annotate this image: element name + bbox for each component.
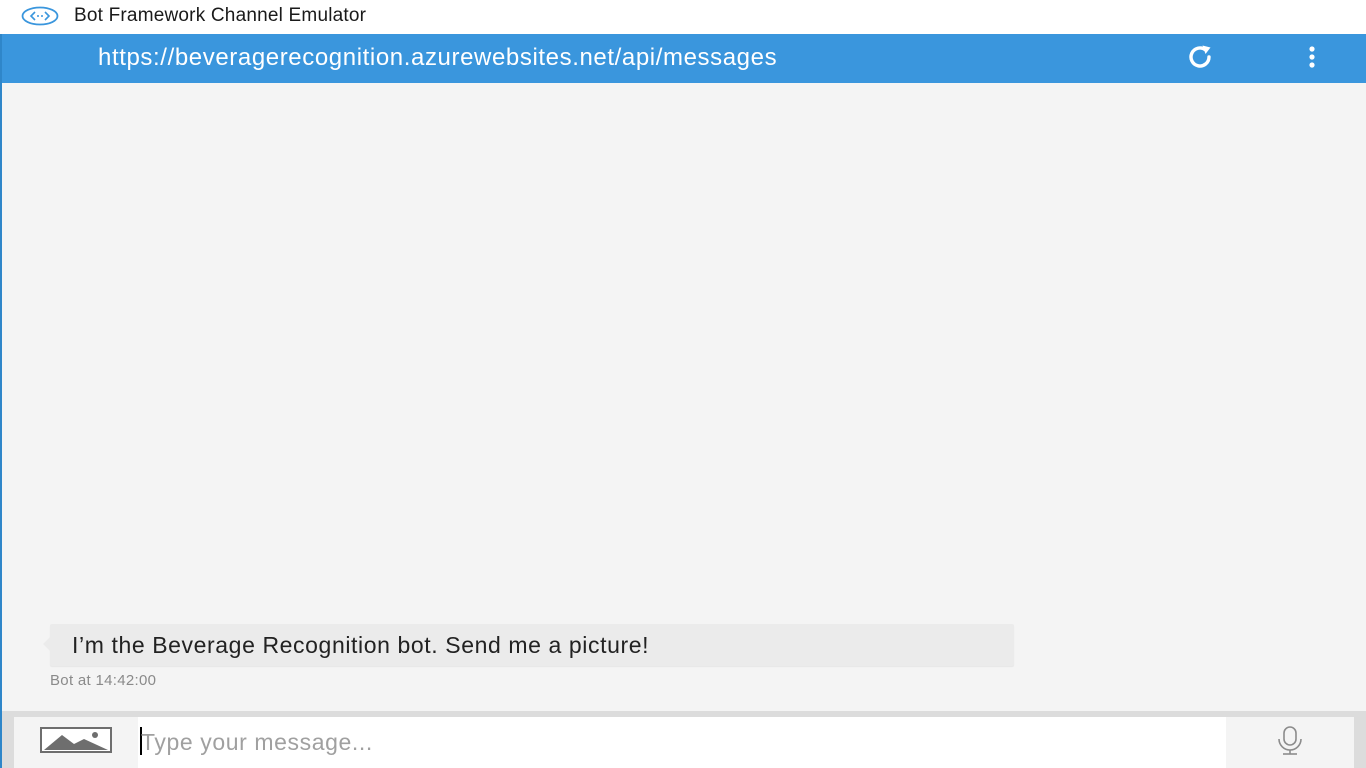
message-composer [2,711,1366,768]
title-bar: Bot Framework Channel Emulator [0,0,1366,34]
microphone-icon [1273,725,1307,760]
address-bar: https://beveragerecognition.azurewebsite… [2,34,1366,83]
refresh-icon [1183,44,1217,75]
bot-message-bubble[interactable]: I’m the Beverage Recognition bot. Send m… [43,624,1014,666]
message-timestamp: Bot at 14:42:00 [50,672,157,689]
refresh-button[interactable] [1180,43,1220,75]
message-input[interactable] [141,725,1221,759]
more-vertical-icon [1307,45,1317,74]
chat-history[interactable]: I’m the Beverage Recognition bot. Send m… [2,83,1366,711]
bot-message-text: I’m the Beverage Recognition bot. Send m… [72,632,650,658]
composer-inner [14,717,1354,768]
emulator-icon [21,6,59,26]
menu-button[interactable] [1298,43,1326,75]
microphone-button[interactable] [1226,717,1354,768]
image-icon [40,727,112,758]
endpoint-url[interactable]: https://beveragerecognition.azurewebsite… [98,44,777,72]
upload-image-button[interactable] [14,717,138,768]
emulator-window: Bot Framework Channel Emulator https://b… [0,0,1366,768]
window-title: Bot Framework Channel Emulator [74,5,367,26]
